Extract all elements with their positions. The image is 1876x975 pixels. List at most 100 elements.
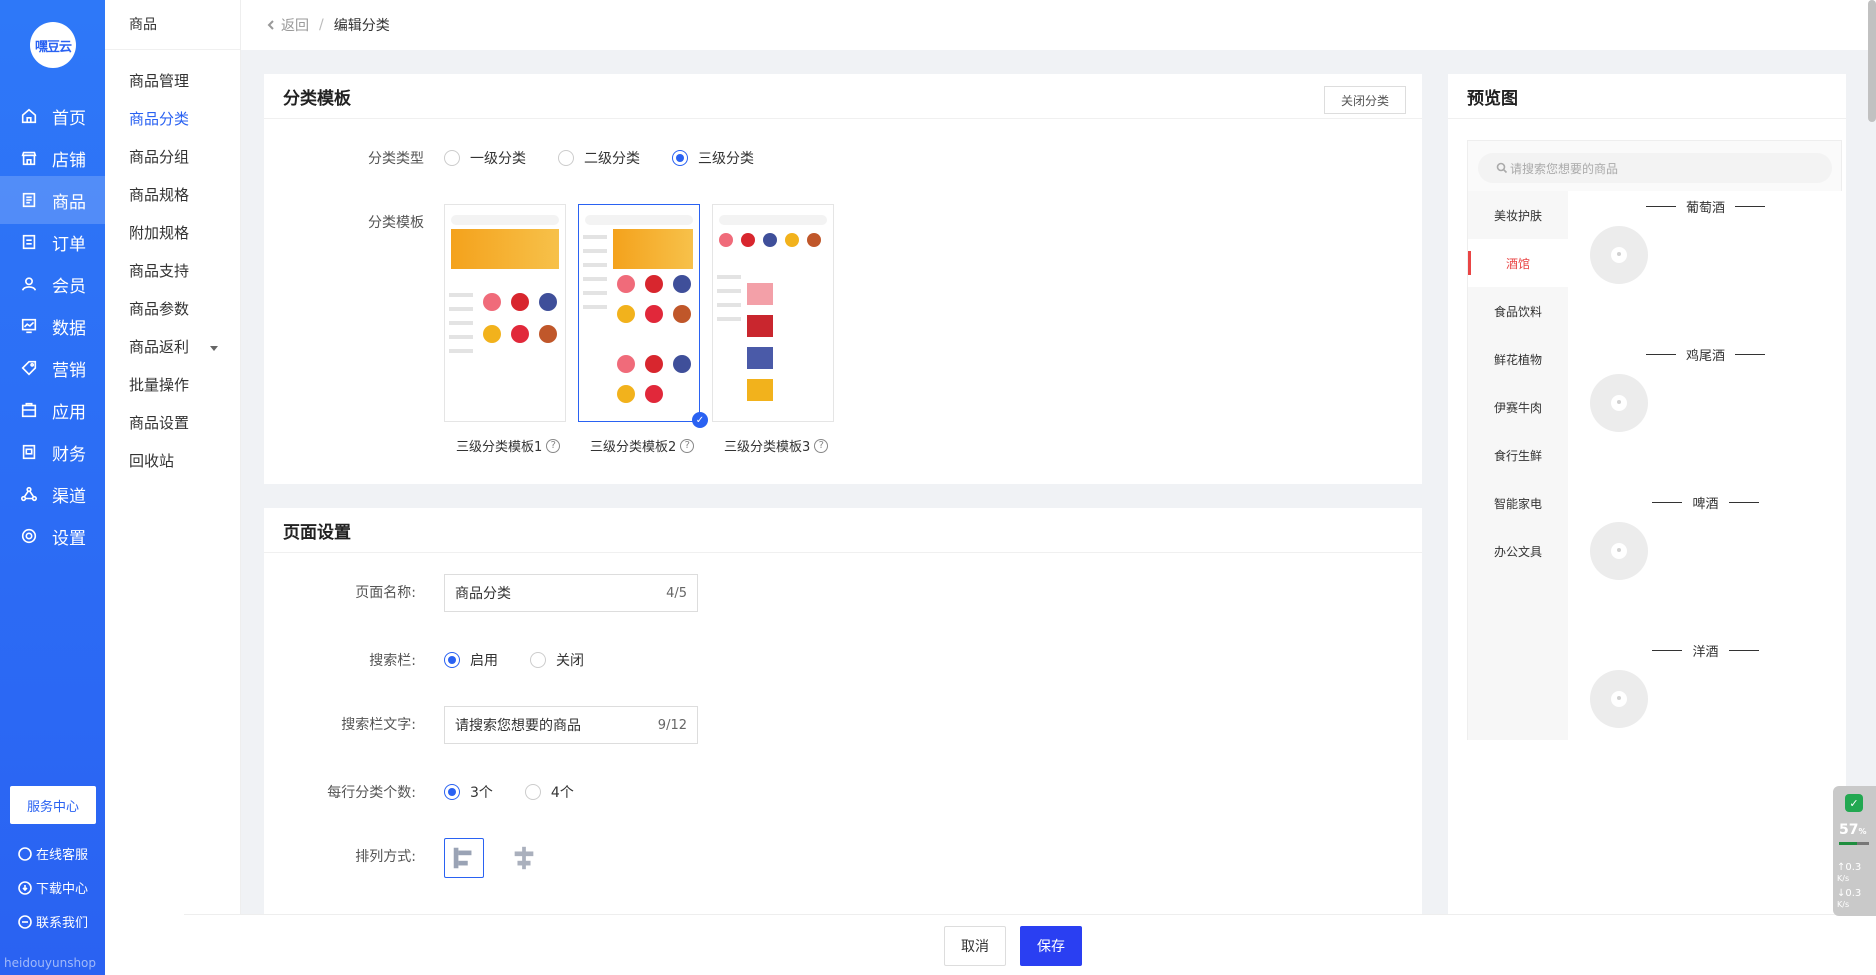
subnav-item-goods-group[interactable]: 商品分组	[129, 146, 189, 167]
search-text-input[interactable]: 请搜索您想要的商品 9/12	[444, 706, 698, 744]
search-icon	[1496, 162, 1508, 174]
preview-sidebar: 美妆护肤 酒馆 食品饮料 鲜花植物 伊赛牛肉 食行生鲜 智能家电 办公文具	[1468, 191, 1568, 740]
fruit-thumb	[539, 293, 557, 311]
order-icon	[18, 231, 40, 253]
tag-icon	[18, 357, 40, 379]
nav-item-shop[interactable]: 店铺	[0, 134, 105, 182]
chevron-left-icon	[267, 20, 274, 30]
subnav-item-extra-spec[interactable]: 附加规格	[129, 222, 189, 243]
save-button[interactable]: 保存	[1020, 926, 1082, 966]
nav-item-goods[interactable]: 商品	[0, 176, 105, 224]
help-icon[interactable]: ?	[546, 438, 561, 453]
nav-item-marketing[interactable]: 营销	[0, 344, 105, 392]
layout-left-option[interactable]	[444, 838, 484, 878]
nav-item-channel[interactable]: 渠道	[0, 470, 105, 518]
breadcrumb-current: 编辑分类	[333, 18, 390, 34]
preview-title: 预览图	[1448, 74, 1846, 119]
template-thumbnail-2[interactable]	[578, 204, 700, 422]
radio-per-row-3[interactable]: 3个	[444, 782, 493, 802]
nav-item-order[interactable]: 订单	[0, 218, 105, 266]
help-icon[interactable]: ?	[814, 438, 829, 453]
mini-banner	[613, 229, 693, 269]
image-placeholder-icon	[1590, 226, 1648, 284]
subnav-item-goods-params[interactable]: 商品参数	[129, 298, 189, 319]
radio-dot	[530, 652, 546, 668]
speed-unit: K/s	[1837, 900, 1850, 909]
preview-side-item: 食行生鲜	[1493, 448, 1542, 463]
fruit-thumb	[763, 233, 777, 247]
mini-search	[451, 215, 559, 225]
network-monitor-widget[interactable]: ✓ 57% ↑0.3 K/s ↓0.3 K/s	[1833, 786, 1876, 916]
template-label-1[interactable]: 三级分类模板1?	[456, 436, 561, 455]
preview-side-item: 办公文具	[1493, 544, 1542, 559]
download-value: 0.3	[1845, 888, 1862, 899]
subnav-item-goods-category[interactable]: 商品分类	[129, 108, 189, 129]
radio-label: 启用	[470, 653, 498, 669]
page-scrollbar[interactable]	[1868, 0, 1876, 122]
section-label: 鸡尾酒	[1685, 349, 1725, 364]
template-label-3[interactable]: 三级分类模板3?	[724, 436, 829, 455]
radio-search-disable[interactable]: 关闭	[530, 650, 584, 670]
subnav-item-goods-spec[interactable]: 商品规格	[129, 184, 189, 205]
template-thumbnail-3[interactable]	[712, 204, 834, 422]
subnav-item-goods-manage[interactable]: 商品管理	[129, 70, 189, 91]
radio-search-enable[interactable]: 启用	[444, 650, 498, 670]
fruit-thumb	[617, 305, 635, 323]
image-placeholder-icon	[1590, 522, 1648, 580]
download-center-link[interactable]: 下载中心	[18, 878, 88, 897]
nav-item-settings[interactable]: 设置	[0, 512, 105, 560]
contact-us-link[interactable]: 联系我们	[18, 912, 88, 931]
fruit-thumb	[645, 275, 663, 293]
nav-item-finance[interactable]: 财务	[0, 428, 105, 476]
preview-main: 葡萄酒 鸡尾酒 啤酒 洋酒	[1568, 191, 1843, 740]
breadcrumb: 返回 / 编辑分类	[241, 0, 1876, 50]
section-label: 葡萄酒	[1685, 201, 1725, 216]
subnav-item-goods-support[interactable]: 商品支持	[129, 260, 189, 281]
nav-item-home[interactable]: 首页	[0, 92, 105, 140]
service-center-button[interactable]: 服务中心	[10, 786, 96, 824]
nav-label: 首页	[52, 108, 86, 129]
radio-per-row-4[interactable]: 4个	[524, 782, 574, 802]
data-icon	[18, 315, 40, 337]
page-name-input[interactable]: 商品分类 4/5	[444, 574, 698, 612]
layout-center-option[interactable]	[504, 838, 544, 878]
shop-icon	[18, 147, 40, 169]
nav-item-data[interactable]: 数据	[0, 302, 105, 350]
subnav-item-goods-rebate[interactable]: 商品返利	[129, 336, 189, 357]
back-link[interactable]: 返回	[265, 15, 309, 35]
subnav-item-batch[interactable]: 批量操作	[129, 374, 189, 395]
section-label: 啤酒	[1692, 497, 1719, 512]
fruit-thumb	[483, 293, 501, 311]
radio-dot	[672, 150, 688, 166]
nav-item-app[interactable]: 应用	[0, 386, 105, 434]
template-label-2[interactable]: 三级分类模板2?	[590, 436, 695, 455]
help-icon[interactable]: ?	[680, 438, 695, 453]
chevron-down-icon[interactable]	[210, 346, 218, 351]
subnav-item-recycle[interactable]: 回收站	[129, 450, 174, 471]
goods-icon	[18, 189, 40, 211]
mini-sidebar	[447, 283, 475, 363]
category-type-label: 分类类型	[368, 151, 424, 167]
cpu-percent: 57%	[1839, 822, 1867, 838]
mini-sidebar	[581, 225, 609, 319]
per-row-label: 每行分类个数:	[327, 785, 416, 801]
online-service-link[interactable]: 在线客服	[18, 844, 88, 863]
subnav-item-goods-settings[interactable]: 商品设置	[129, 412, 189, 433]
radio-level-2[interactable]: 二级分类	[558, 148, 640, 168]
radio-label: 4个	[550, 785, 574, 801]
nav-item-member[interactable]: 会员	[0, 260, 105, 308]
align-left-icon	[453, 847, 472, 869]
home-icon	[18, 105, 40, 127]
fruit-thumb	[673, 355, 691, 373]
preview-side-item: 食品饮料	[1493, 304, 1542, 319]
template-thumbnail-1[interactable]	[444, 204, 566, 422]
cancel-button[interactable]: 取消	[944, 926, 1006, 966]
radio-level-3[interactable]: 三级分类	[672, 148, 754, 168]
subnav-title: 商品	[105, 0, 240, 50]
back-label: 返回	[281, 18, 309, 34]
close-category-button[interactable]: 关闭分类	[1324, 86, 1406, 114]
brand-logo[interactable]: 嘿豆云	[30, 22, 76, 68]
page-name-value: 商品分类	[455, 586, 511, 602]
page-name-label: 页面名称:	[355, 585, 416, 601]
radio-level-1[interactable]: 一级分类	[444, 148, 526, 168]
